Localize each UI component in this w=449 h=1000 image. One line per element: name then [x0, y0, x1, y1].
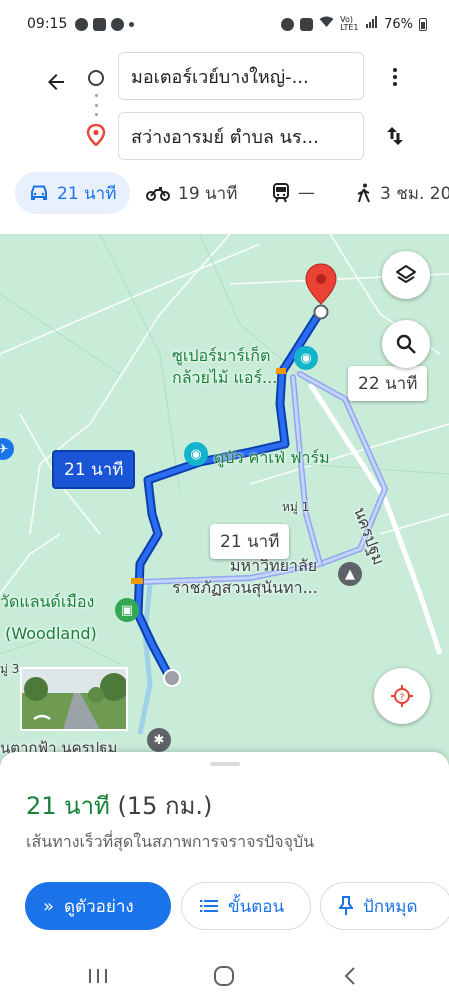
recent-apps-icon [89, 969, 107, 983]
mode-walk-label: 3 ชม. 20 [380, 183, 449, 204]
route-summary-sheet: 21 นาที (15 กม.) เส้นทางเร็วที่สุดในสภาพ… [0, 752, 449, 952]
home-icon [214, 966, 234, 986]
preview-button[interactable]: » ดูตัวอย่าง [25, 882, 171, 930]
swap-button[interactable] [380, 121, 410, 151]
map-label-woodland-1: วัดแลนด์เมือง [0, 592, 95, 611]
back-nav-button[interactable] [330, 960, 370, 992]
app-notification-icon [111, 17, 125, 31]
primary-route-chip[interactable]: 21 นาที [52, 450, 136, 489]
mode-motorcycle-label: 19 นาที [178, 183, 238, 204]
circle-outline-icon [88, 70, 104, 86]
alt-route-chip-1[interactable]: 22 นาที [348, 366, 428, 401]
route-connector [94, 94, 98, 116]
battery-icon [419, 17, 427, 31]
more-notifications-icon [129, 21, 135, 27]
mode-transit[interactable]: — [258, 172, 329, 214]
steps-button-label: ขั้นตอน [228, 896, 285, 917]
route-description: เส้นทางเร็วที่สุดในสภาพการจราจรปัจจุบัน [26, 832, 315, 851]
network-label: Vo) LTE1 [340, 15, 359, 32]
map-label-cafe: ดูบัว คาเฟ่ ฟาร์ม [214, 448, 330, 467]
map-label-woodland-2: ู (Woodland) [0, 624, 97, 643]
map-label-supermarket-2: กล้วยไม้ แอร์... [172, 368, 278, 387]
alarm-icon [281, 17, 295, 31]
mode-transit-label: — [298, 183, 315, 203]
gallery-icon [93, 17, 107, 31]
signal-icon [366, 16, 378, 32]
status-time: 09:15 [27, 16, 68, 32]
mode-drive-label: 21 นาที [57, 183, 117, 204]
recent-apps-button[interactable] [78, 960, 118, 992]
back-button[interactable] [38, 64, 74, 100]
swap-vertical-icon [387, 127, 403, 145]
sheet-drag-handle[interactable] [210, 762, 240, 766]
my-location-icon: ? [391, 685, 413, 707]
street-view-thumbnail[interactable] [20, 667, 128, 731]
cafe-poi-icon[interactable]: ◉ [184, 442, 208, 466]
mode-drive[interactable]: 21 นาที [15, 172, 131, 214]
car-icon [31, 185, 47, 200]
pin-button[interactable]: ปักหมุด [320, 882, 449, 930]
directions-header: มอเตอร์เวย์บางใหญ่-... สว่างอารมย์ ตำบล … [0, 48, 449, 234]
layers-button[interactable] [382, 251, 430, 299]
layers-icon [396, 265, 416, 283]
svg-text:?: ? [400, 693, 405, 703]
woodland-poi-icon[interactable]: ▣ [115, 598, 139, 622]
destination-field[interactable]: สว่างอารมย์ ตำบล นร... [118, 112, 364, 160]
map-label-village: หมู่ 1 [282, 500, 310, 514]
search-button[interactable] [382, 320, 430, 368]
pin-button-label: ปักหมุด [363, 896, 418, 917]
home-button[interactable] [204, 960, 244, 992]
university-poi-icon[interactable]: ▲ [338, 562, 362, 586]
mode-walk[interactable]: 3 ชม. 20 [342, 172, 449, 214]
system-icons: Vo) LTE1 76% [281, 16, 427, 32]
alt-route-chip-2[interactable]: 21 นาที [210, 524, 290, 559]
battery-percent: 76% [384, 16, 413, 32]
search-icon [396, 334, 416, 354]
supermarket-poi-icon[interactable]: ◉ [294, 346, 318, 370]
map-label-university-2: ราชภัฏสวนสุนันทา... [172, 578, 318, 597]
location-pin-icon [86, 123, 106, 150]
notification-icons [75, 17, 135, 31]
system-nav-bar [0, 952, 449, 1000]
more-vertical-icon[interactable] [382, 62, 408, 92]
wifi-icon [319, 16, 334, 32]
line-app-icon [75, 17, 89, 31]
map-label-moo3: มู่ 3 [0, 662, 20, 676]
locate-button[interactable]: ? [374, 668, 430, 724]
list-icon [200, 900, 218, 912]
mute-icon [300, 17, 314, 31]
transit-icon [273, 183, 289, 203]
travel-modes: 21 นาที 19 นาที — 3 ชม. 20 [0, 172, 449, 218]
walk-icon [357, 183, 370, 203]
map-view[interactable]: ◉ ซูเปอร์มาร์เก็ต กล้วยไม้ แอร์... ◉ ดูบ… [0, 234, 449, 766]
temple-poi-icon[interactable]: ✱ [147, 728, 171, 752]
mode-motorcycle[interactable]: 19 นาที [132, 172, 251, 214]
double-chevron-right-icon: » [43, 895, 55, 917]
preview-button-label: ดูตัวอย่าง [64, 896, 134, 917]
pushpin-icon [339, 896, 353, 915]
origin-field[interactable]: มอเตอร์เวย์บางใหญ่-... [118, 52, 364, 100]
route-duration: 21 นาที [26, 792, 110, 820]
steps-button[interactable]: ขั้นตอน [181, 882, 311, 930]
route-summary: 21 นาที (15 กม.) [26, 786, 212, 825]
chevron-left-icon [344, 967, 355, 985]
status-bar: 09:15 Vo) LTE1 76% [0, 0, 449, 48]
motorcycle-icon [146, 187, 170, 201]
route-distance: (15 กม.) [117, 792, 213, 820]
arrow-left-icon [48, 74, 64, 90]
